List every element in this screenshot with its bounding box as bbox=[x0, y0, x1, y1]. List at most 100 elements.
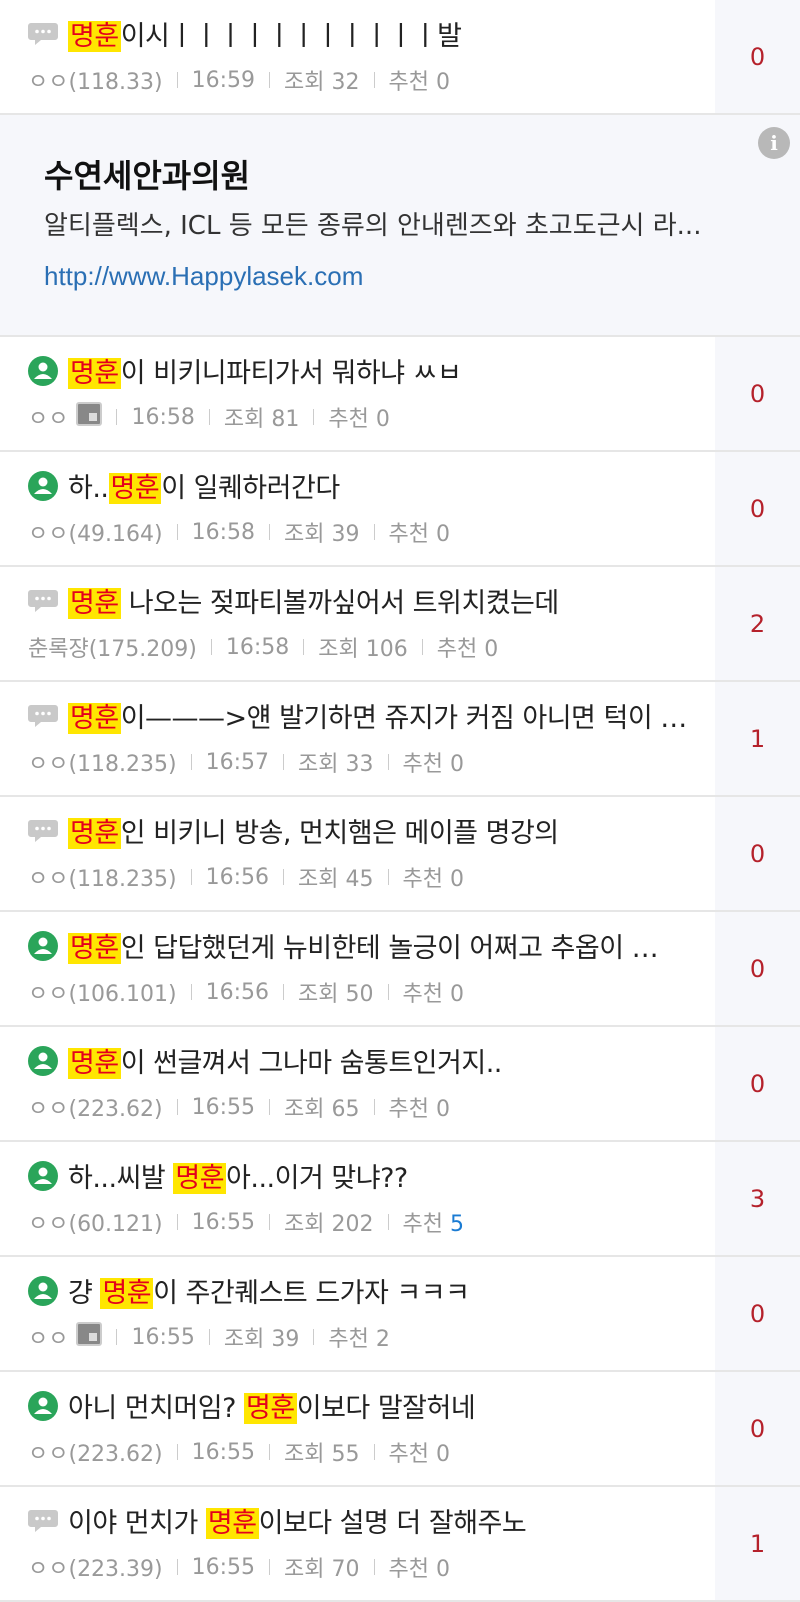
speech-bubble-icon bbox=[28, 586, 58, 616]
post-title[interactable]: 하..명훈이 일퀘하러간다 bbox=[28, 466, 340, 505]
keyword-highlight: 명훈 bbox=[68, 933, 121, 964]
recommend-count: 0 bbox=[435, 70, 450, 95]
list-item[interactable]: 명훈 나오는 젖파티볼까싶어서 트위치켰는데 춘록쟝(175.209) 16:5… bbox=[0, 567, 800, 682]
comment-count: 3 bbox=[749, 1184, 766, 1213]
divider bbox=[283, 754, 285, 770]
post-title[interactable]: 명훈이 썬글껴서 그나마 숨통트인거지.. bbox=[28, 1041, 502, 1080]
post-recommend: 추천 0 bbox=[328, 401, 389, 433]
comment-count-box[interactable]: 3 bbox=[715, 1142, 800, 1255]
list-item[interactable]: 명훈이———>얜 발기하면 쥬지가 커짐 아니면 턱이 … ㅇㅇ(118.235… bbox=[0, 682, 800, 797]
post-main[interactable]: 아니 먼치머임? 명훈이보다 말잘허네 ㅇㅇ(223.62) 16:55 조회 … bbox=[0, 1372, 715, 1485]
post-title[interactable]: 명훈인 답답했던게 뉴비한테 놀긍이 어쩌고 추옵이 … bbox=[28, 926, 659, 965]
divider bbox=[269, 1444, 271, 1460]
comment-count-box[interactable]: 1 bbox=[715, 1487, 800, 1600]
list-item[interactable]: 걍 명훈이 주간퀘스트 드가자 ㅋㅋㅋ ㅇㅇ 16:55 조회 39 추천 2 … bbox=[0, 1257, 800, 1372]
list-item[interactable]: 하...씨발 명훈아...이거 맞냐?? ㅇㅇ(60.121) 16:55 조회… bbox=[0, 1142, 800, 1257]
post-time: 16:55 bbox=[131, 1324, 195, 1350]
comment-count-box[interactable]: 2 bbox=[715, 567, 800, 680]
ad-banner[interactable]: i 수연세안과의원 알티플렉스, ICL 등 모든 종류의 안내렌즈와 초고도근… bbox=[0, 115, 800, 337]
ad-link[interactable]: http://www.Happylasek.com bbox=[44, 261, 363, 292]
comment-count-box[interactable]: 0 bbox=[715, 1257, 800, 1370]
info-icon[interactable]: i bbox=[758, 127, 790, 159]
post-main[interactable]: 명훈이 비키니파티가서 뭐하냐 ㅆㅂ ㅇㅇ 16:58 조회 81 추천 0 bbox=[0, 337, 715, 450]
list-item[interactable]: 명훈이 비키니파티가서 뭐하냐 ㅆㅂ ㅇㅇ 16:58 조회 81 추천 0 0 bbox=[0, 337, 800, 452]
post-main[interactable]: 명훈이시ㅣㅣㅣㅣㅣㅣㅣㅣㅣㅣㅣ발 ㅇㅇ(118.33) 16:59 조회 32 … bbox=[0, 0, 715, 113]
post-meta: ㅇㅇ(118.33) 16:59 조회 32 추천 0 bbox=[28, 64, 450, 96]
divider bbox=[269, 1099, 271, 1115]
post-main[interactable]: 명훈인 답답했던게 뉴비한테 놀긍이 어쩌고 추옵이 … ㅇㅇ(106.101)… bbox=[0, 912, 715, 1025]
recommend-label: 추천 bbox=[436, 637, 478, 662]
comment-count-box[interactable]: 0 bbox=[715, 797, 800, 910]
post-title[interactable]: 명훈 나오는 젖파티볼까싶어서 트위치켰는데 bbox=[28, 581, 559, 620]
title-suffix: 인 비키니 방송, 먼치햄은 메이플 명강의 bbox=[120, 818, 559, 849]
post-author[interactable]: ㅇㅇ(223.62) bbox=[28, 1436, 163, 1468]
post-main[interactable]: 명훈인 비키니 방송, 먼치햄은 메이플 명강의 ㅇㅇ(118.235) 16:… bbox=[0, 797, 715, 910]
post-title[interactable]: 아니 먼치머임? 명훈이보다 말잘허네 bbox=[28, 1386, 476, 1425]
post-meta: ㅇㅇ 16:55 조회 39 추천 2 bbox=[28, 1321, 390, 1353]
comment-count-box[interactable]: 0 bbox=[715, 912, 800, 1025]
person-green-icon bbox=[28, 930, 58, 961]
post-main[interactable]: 명훈 나오는 젖파티볼까싶어서 트위치켰는데 춘록쟝(175.209) 16:5… bbox=[0, 567, 715, 680]
post-views: 조회 106 bbox=[318, 637, 408, 662]
recommend-label: 추천 bbox=[402, 867, 443, 892]
post-author[interactable]: ㅇㅇ bbox=[28, 1321, 68, 1353]
comment-count-box[interactable]: 0 bbox=[715, 0, 800, 113]
post-author[interactable]: ㅇㅇ(223.62) bbox=[28, 1091, 163, 1123]
divider bbox=[313, 1329, 315, 1345]
post-recommend: 추천 0 bbox=[389, 1091, 450, 1123]
post-main[interactable]: 걍 명훈이 주간퀘스트 드가자 ㅋㅋㅋ ㅇㅇ 16:55 조회 39 추천 2 bbox=[0, 1257, 715, 1370]
comment-count-box[interactable]: 0 bbox=[715, 1372, 800, 1485]
recommend-count: 0 bbox=[435, 1097, 450, 1122]
divider bbox=[303, 639, 305, 655]
post-author[interactable]: ㅇㅇ(118.235) bbox=[28, 746, 177, 778]
post-time: 16:55 bbox=[191, 1094, 256, 1120]
post-main[interactable]: 명훈이———>얜 발기하면 쥬지가 커짐 아니면 턱이 … ㅇㅇ(118.235… bbox=[0, 682, 715, 795]
keyword-highlight: 명훈 bbox=[173, 1163, 227, 1194]
ad-title[interactable]: 수연세안과의원 bbox=[44, 151, 250, 197]
recommend-count: 0 bbox=[449, 982, 464, 1007]
speech-bubble-icon bbox=[28, 1506, 58, 1536]
comment-count: 2 bbox=[749, 609, 766, 638]
post-views: 조회 33 bbox=[298, 752, 374, 777]
list-item[interactable]: 명훈인 답답했던게 뉴비한테 놀긍이 어쩌고 추옵이 … ㅇㅇ(106.101)… bbox=[0, 912, 800, 1027]
post-main[interactable]: 하...씨발 명훈아...이거 맞냐?? ㅇㅇ(60.121) 16:55 조회… bbox=[0, 1142, 715, 1255]
comment-count-box[interactable]: 0 bbox=[715, 1027, 800, 1140]
post-author[interactable]: ㅇㅇ(60.121) bbox=[28, 1206, 163, 1238]
post-title[interactable]: 명훈이———>얜 발기하면 쥬지가 커짐 아니면 턱이 … bbox=[28, 696, 687, 735]
post-title[interactable]: 하...씨발 명훈아...이거 맞냐?? bbox=[28, 1156, 408, 1195]
divider bbox=[190, 869, 192, 885]
list-item[interactable]: 명훈이 썬글껴서 그나마 숨통트인거지.. ㅇㅇ(223.62) 16:55 조… bbox=[0, 1027, 800, 1142]
list-item[interactable]: 명훈이시ㅣㅣㅣㅣㅣㅣㅣㅣㅣㅣㅣ발 ㅇㅇ(118.33) 16:59 조회 32 … bbox=[0, 0, 800, 115]
post-author[interactable]: 춘록쟝(175.209) bbox=[28, 631, 197, 663]
post-title[interactable]: 명훈이시ㅣㅣㅣㅣㅣㅣㅣㅣㅣㅣㅣ발 bbox=[28, 14, 462, 53]
title-suffix: 이———>얜 발기하면 쥬지가 커짐 아니면 턱이 … bbox=[120, 703, 688, 734]
list-item[interactable]: 아니 먼치머임? 명훈이보다 말잘허네 ㅇㅇ(223.62) 16:55 조회 … bbox=[0, 1372, 800, 1487]
post-author[interactable]: ㅇㅇ(223.39) bbox=[28, 1551, 163, 1583]
comment-count-box[interactable]: 0 bbox=[715, 452, 800, 565]
post-title[interactable]: 명훈이 비키니파티가서 뭐하냐 ㅆㅂ bbox=[28, 351, 462, 390]
divider bbox=[176, 1099, 178, 1115]
post-author[interactable]: ㅇㅇ(106.101) bbox=[28, 976, 177, 1008]
recommend-count: 2 bbox=[375, 1327, 390, 1352]
list-item[interactable]: 이야 먼치가 명훈이보다 설명 더 잘해주노 ㅇㅇ(223.39) 16:55 … bbox=[0, 1487, 800, 1602]
list-item[interactable]: 하..명훈이 일퀘하러간다 ㅇㅇ(49.164) 16:58 조회 39 추천 … bbox=[0, 452, 800, 567]
comment-count-box[interactable]: 0 bbox=[715, 337, 800, 450]
post-title[interactable]: 명훈인 비키니 방송, 먼치햄은 메이플 명강의 bbox=[28, 811, 559, 850]
post-title[interactable]: 걍 명훈이 주간퀘스트 드가자 ㅋㅋㅋ bbox=[28, 1271, 470, 1310]
post-main[interactable]: 명훈이 썬글껴서 그나마 숨통트인거지.. ㅇㅇ(223.62) 16:55 조… bbox=[0, 1027, 715, 1140]
divider bbox=[387, 869, 389, 885]
post-author[interactable]: ㅇㅇ(118.235) bbox=[28, 861, 177, 893]
recommend-count: 0 bbox=[435, 522, 450, 547]
post-title[interactable]: 이야 먼치가 명훈이보다 설명 더 잘해주노 bbox=[28, 1501, 527, 1540]
speech-bubble-icon bbox=[28, 701, 58, 731]
divider bbox=[116, 409, 118, 425]
comment-count-box[interactable]: 1 bbox=[715, 682, 800, 795]
post-author[interactable]: ㅇㅇ bbox=[28, 401, 68, 433]
post-main[interactable]: 하..명훈이 일퀘하러간다 ㅇㅇ(49.164) 16:58 조회 39 추천 … bbox=[0, 452, 715, 565]
divider bbox=[373, 1559, 375, 1575]
list-item[interactable]: 명훈인 비키니 방송, 먼치햄은 메이플 명강의 ㅇㅇ(118.235) 16:… bbox=[0, 797, 800, 912]
post-main[interactable]: 이야 먼치가 명훈이보다 설명 더 잘해주노 ㅇㅇ(223.39) 16:55 … bbox=[0, 1487, 715, 1600]
person-green-icon bbox=[28, 470, 58, 501]
post-author[interactable]: ㅇㅇ(49.164) bbox=[28, 516, 163, 548]
post-author[interactable]: ㅇㅇ(118.33) bbox=[28, 64, 163, 96]
